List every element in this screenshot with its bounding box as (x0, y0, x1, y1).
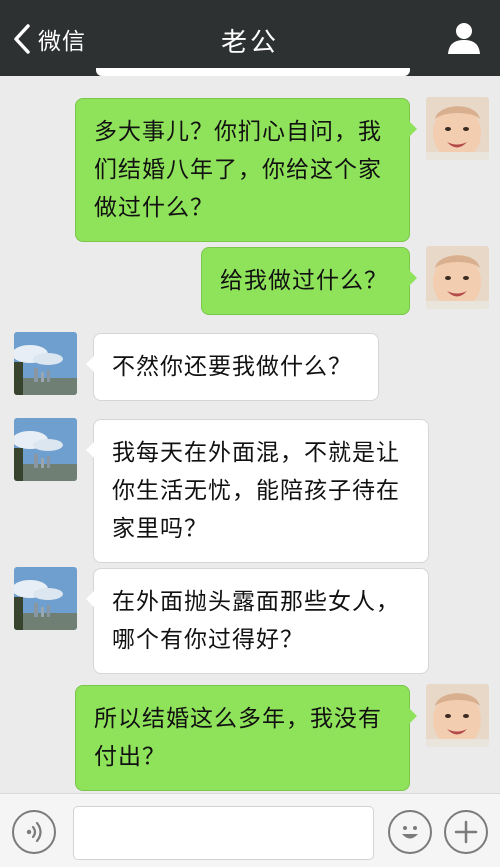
avatar-self[interactable] (426, 97, 489, 160)
message-bubble-received[interactable]: 不然你还要我做什么？ (86, 333, 379, 401)
message-bubble-sent[interactable]: 所以结婚这么多年，我没有付出？ (75, 685, 417, 791)
more-button[interactable] (444, 810, 488, 854)
avatar-contact[interactable] (14, 418, 77, 481)
message-input[interactable] (73, 806, 374, 860)
voice-icon (26, 821, 42, 843)
previous-message-bubble (96, 68, 410, 76)
city-sky-avatar-image (14, 567, 77, 630)
smiley-icon (402, 826, 418, 839)
message-bubble-received[interactable]: 我每天在外面混，不就是让你生活无忧，能陪孩子待在家里吗？ (86, 419, 429, 563)
profile-button[interactable] (446, 20, 482, 56)
avatar-contact[interactable] (14, 567, 77, 630)
city-sky-avatar-image (14, 418, 77, 481)
plus-icon (454, 820, 478, 844)
message-bubble-sent[interactable]: 多大事儿？你扪心自问，我们结婚八年了，你给这个家做过什么？ (75, 98, 417, 242)
input-bar (0, 793, 500, 867)
message-bubble-sent[interactable]: 给我做过什么？ (201, 247, 417, 315)
avatar-self[interactable] (426, 246, 489, 309)
voice-button[interactable] (12, 810, 56, 854)
emoji-button[interactable] (388, 810, 432, 854)
baby-avatar-image (426, 246, 489, 309)
avatar-contact[interactable] (14, 332, 77, 395)
baby-avatar-image (426, 684, 489, 747)
chat-title: 老公 (220, 28, 279, 58)
message-bubble-received[interactable]: 在外面抛头露面那些女人，哪个有你过得好？ (86, 568, 429, 674)
person-icon (448, 23, 480, 54)
baby-avatar-image (426, 97, 489, 160)
city-sky-avatar-image (14, 332, 77, 395)
chat-header: 微信 老公 (0, 0, 500, 76)
avatar-self[interactable] (426, 684, 489, 747)
